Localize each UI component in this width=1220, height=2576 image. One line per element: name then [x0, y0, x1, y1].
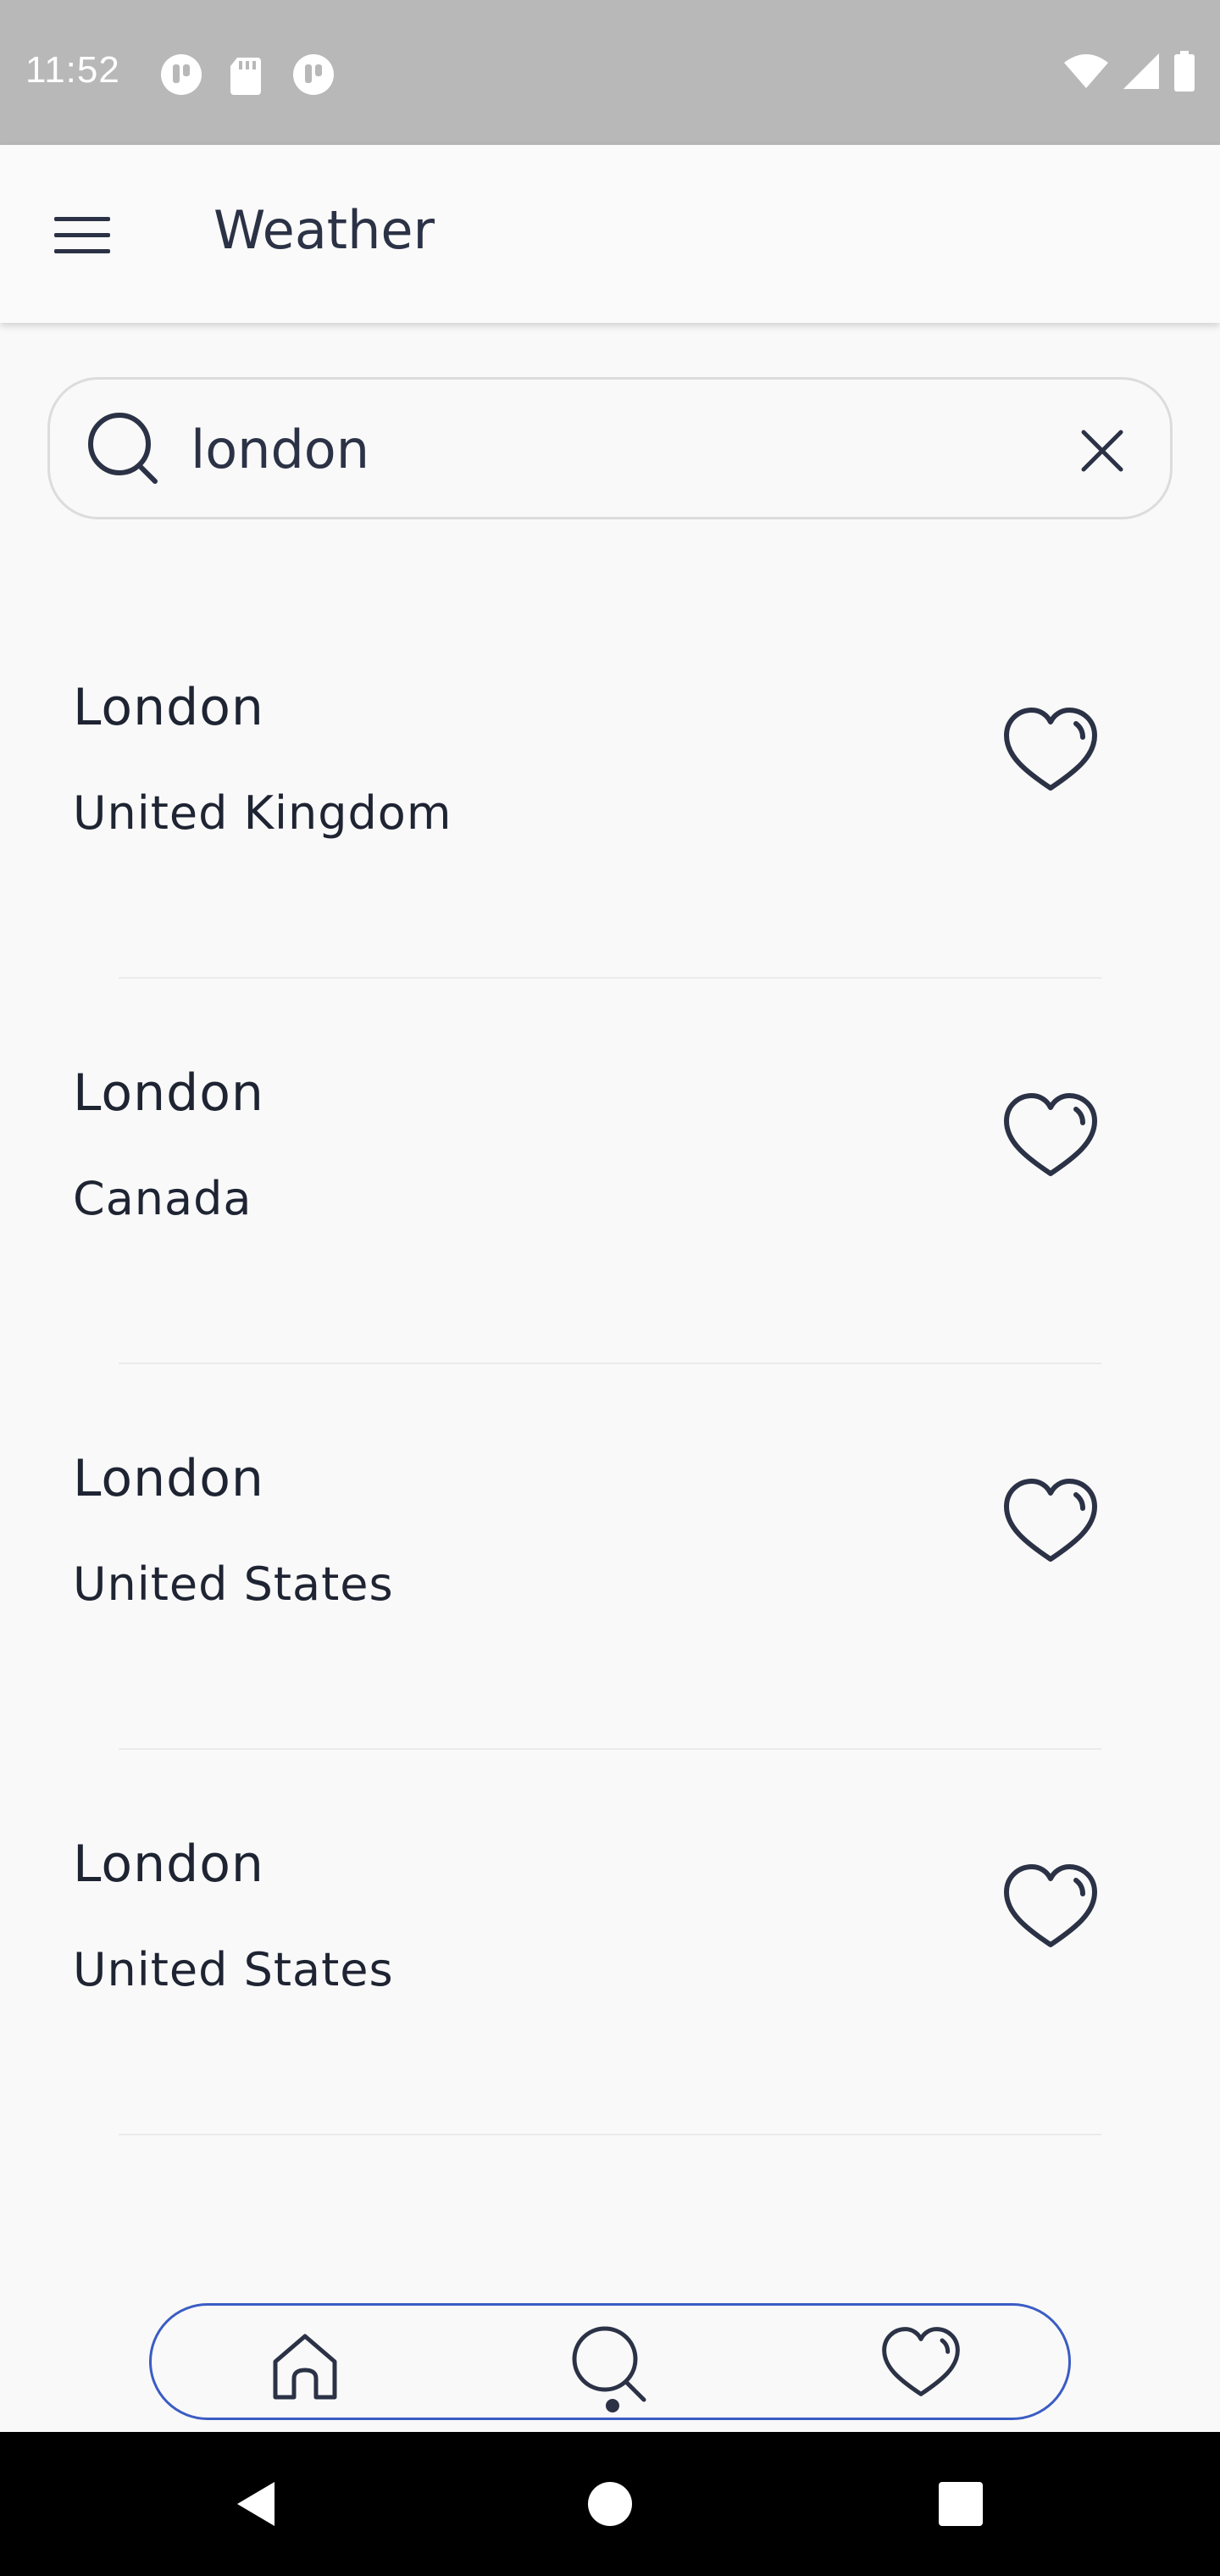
wifi-icon [1064, 54, 1108, 88]
result-country: United Kingdom [73, 786, 452, 840]
heart-icon[interactable] [1000, 703, 1101, 805]
bottom-navigation [149, 2303, 1071, 2420]
list-item[interactable]: London United Kingdom [0, 593, 1220, 979]
hamburger-menu-icon [54, 217, 110, 253]
active-indicator-dot [606, 2399, 619, 2412]
nav-favorites-button[interactable] [874, 2319, 968, 2412]
search-results-list: London United Kingdom London Canada Lond… [0, 593, 1220, 2135]
recent-apps-button[interactable] [927, 2470, 995, 2538]
notification-app-icon [161, 54, 202, 95]
search-icon [572, 2326, 646, 2402]
status-icons-left [159, 53, 336, 97]
search-icon [88, 413, 158, 484]
back-button[interactable] [222, 2470, 290, 2538]
heart-icon [882, 2327, 960, 2396]
result-city: London [73, 1063, 264, 1123]
screen: 11:52 Weather london London United Kingd… [0, 0, 1220, 2576]
system-navigation-bar [0, 2432, 1220, 2576]
back-icon [237, 2482, 274, 2526]
status-bar: 11:52 [0, 0, 1220, 145]
result-city: London [73, 1835, 264, 1894]
result-city: London [73, 678, 264, 737]
result-country: United States [73, 1557, 394, 1611]
recent-apps-icon [939, 2482, 983, 2526]
result-country: Canada [73, 1172, 252, 1225]
status-icons-right [1062, 51, 1196, 92]
sd-card-icon [230, 58, 261, 95]
close-icon[interactable] [1068, 417, 1136, 485]
list-item[interactable]: London Canada [0, 979, 1220, 1364]
list-item[interactable]: London United States [0, 1750, 1220, 2135]
divider [119, 2134, 1101, 2135]
app-bar: Weather [0, 145, 1220, 323]
list-item[interactable]: London United States [0, 1364, 1220, 1750]
search-bar [47, 377, 1173, 519]
battery-icon [1174, 51, 1195, 92]
nav-home-button[interactable] [258, 2319, 352, 2412]
menu-button[interactable] [44, 197, 120, 274]
search-input[interactable] [191, 410, 1038, 488]
result-country: United States [73, 1943, 394, 1996]
heart-icon[interactable] [1000, 1474, 1101, 1576]
heart-icon[interactable] [1000, 1860, 1101, 1962]
notification-app-icon [293, 54, 334, 95]
heart-icon[interactable] [1000, 1089, 1101, 1191]
home-circle-icon [588, 2482, 632, 2526]
signal-icon [1123, 53, 1159, 89]
home-icon [273, 2334, 337, 2400]
page-title: Weather [214, 199, 435, 261]
home-button[interactable] [576, 2470, 644, 2538]
result-city: London [73, 1449, 264, 1508]
status-time: 11:52 [25, 49, 120, 91]
